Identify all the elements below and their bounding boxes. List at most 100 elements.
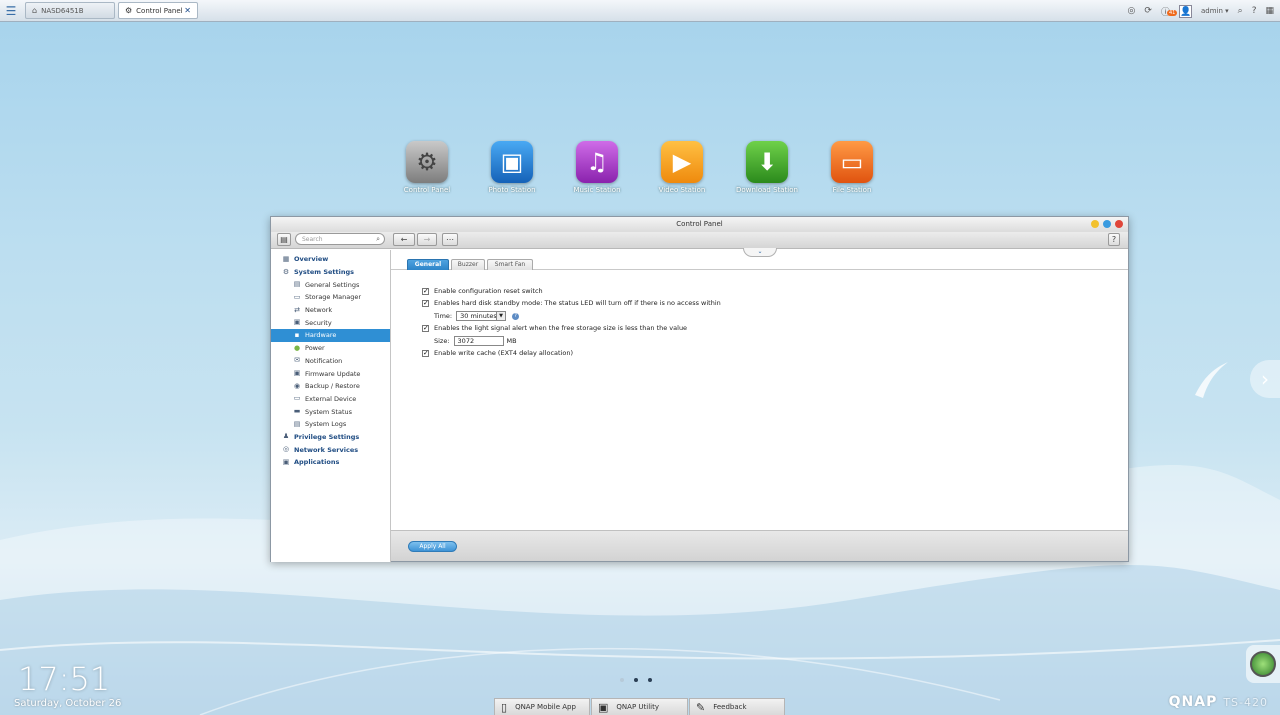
sidebar-item-label: Security — [305, 318, 332, 327]
tab-label: General — [414, 261, 442, 268]
external-device-icon[interactable]: ⟳ — [1144, 6, 1152, 16]
sidebar-item-power[interactable]: ● Power — [271, 342, 390, 355]
sidebar-item-security[interactable]: ▣ Security — [271, 316, 390, 329]
maximize-button[interactable] — [1103, 220, 1111, 228]
sidebar-item-label: Network — [305, 306, 333, 315]
app-video-station[interactable]: ▶ Video Station — [647, 141, 717, 194]
window-titlebar[interactable]: Control Panel — [271, 217, 1128, 232]
tab-smart-fan[interactable]: Smart Fan — [487, 259, 533, 270]
notification-badge: 41 — [1166, 9, 1178, 16]
sidebar-item-label: Notification — [305, 356, 343, 365]
sidebar-item-applications[interactable]: ▣ Applications — [271, 456, 390, 469]
sidebar-item-system-status[interactable]: ▬ System Status — [271, 405, 390, 418]
background-task-icon[interactable]: ◎ — [1128, 6, 1136, 16]
sidebar-item-network[interactable]: ⇄ Network — [271, 304, 390, 317]
apply-all-button[interactable]: Apply All — [408, 541, 457, 552]
help-button[interactable]: ? — [1108, 233, 1120, 246]
lock-icon: ▣ — [293, 318, 301, 327]
light-alert-checkbox[interactable]: ✓ — [422, 324, 429, 332]
avatar[interactable]: 👤 — [1178, 4, 1192, 18]
app-music-station[interactable]: ♫ Music Station — [562, 141, 632, 194]
sidebar-item-label: System Logs — [305, 420, 347, 429]
tab-control-panel[interactable]: ⚙ Control Panel ✕ — [118, 2, 198, 19]
help-icon[interactable]: ? — [1252, 6, 1257, 16]
option-label: Enables the light signal alert when the … — [434, 324, 688, 332]
gear-icon: ⚙ — [125, 6, 133, 15]
user-menu[interactable]: admin ▾ — [1201, 7, 1229, 15]
control-panel-window: Control Panel ▤ Search ⌕ ← → ⋯ ? ▦ Overvi… — [270, 216, 1129, 562]
dock-qnap-utility[interactable]: ▣ QNAP Utility — [591, 698, 688, 715]
dock-qnap-mobile-app[interactable]: ▯ QNAP Mobile App — [494, 698, 590, 715]
forward-button[interactable]: → — [417, 233, 437, 246]
sidebar-item-privilege-settings[interactable]: ♟ Privilege Settings — [271, 431, 390, 444]
close-tab-icon[interactable]: ✕ — [184, 6, 191, 15]
sidebar-item-label: General Settings — [305, 280, 360, 289]
mail-icon: ✉ — [294, 356, 300, 365]
monitor-icon: ▬ — [293, 407, 301, 416]
tab-buzzer[interactable]: Buzzer — [451, 259, 485, 270]
write-cache-checkbox[interactable]: ✓ — [422, 349, 429, 357]
mobile-phone-icon: ▯ — [501, 700, 508, 714]
sidebar-toggle-button[interactable]: ▤ — [277, 233, 291, 246]
dock-label: Feedback — [713, 703, 747, 711]
page-dot[interactable] — [620, 678, 624, 682]
standby-time-select[interactable]: 30 minutes ▼ — [456, 311, 507, 321]
page-dot[interactable] — [634, 678, 638, 682]
disk-icon: ▭ — [293, 292, 301, 301]
desktop-pager — [620, 678, 652, 682]
desktop-date: Saturday, October 26 — [14, 698, 122, 709]
dock-feedback[interactable]: ✎ Feedback — [689, 698, 785, 715]
collapse-toggle[interactable]: ⌄ — [743, 248, 777, 257]
sidebar-item-label: Power — [305, 344, 325, 353]
tab-general[interactable]: General — [407, 259, 449, 270]
sidebar-item-backup-restore[interactable]: ◉ Backup / Restore — [271, 380, 390, 393]
size-row: Size: 3072 MB — [434, 336, 517, 346]
app-control-panel[interactable]: ⚙ Control Panel — [392, 141, 462, 194]
sidebar-item-firmware-update[interactable]: ▣ Firmware Update — [271, 367, 390, 380]
sidebar-item-external-device[interactable]: ▭ External Device — [271, 393, 390, 406]
help-icon[interactable]: ? — [512, 312, 520, 320]
sidebar-item-overview[interactable]: ▦ Overview — [271, 253, 390, 266]
chevron-down-icon: ▼ — [496, 312, 506, 320]
main-menu-button[interactable]: ☰ — [0, 0, 22, 22]
arrow-left-icon: ← — [400, 235, 408, 244]
grid-view-button[interactable]: ⋯ — [442, 233, 458, 246]
reset-switch-checkbox[interactable]: ✓ — [422, 287, 429, 295]
notification-button[interactable]: ⓘ 41 — [1161, 5, 1178, 18]
size-unit: MB — [506, 337, 517, 345]
gauge-icon — [1250, 651, 1276, 677]
download-icon: ⬇ — [746, 141, 788, 183]
app-file-station[interactable]: ▭ File Station — [817, 141, 887, 194]
option-light-alert: ✓ Enables the light signal alert when th… — [422, 324, 687, 332]
close-button[interactable] — [1115, 220, 1123, 228]
sidebar-item-general-settings[interactable]: ▤ General Settings — [271, 278, 390, 291]
sidebar-item-label: External Device — [305, 394, 357, 403]
dashboard-button[interactable] — [1246, 645, 1280, 683]
sidebar-item-hardware[interactable]: ▪ Hardware — [271, 329, 390, 342]
sidebar-item-storage-manager[interactable]: ▭ Storage Manager — [271, 291, 390, 304]
sidebar-item-system-logs[interactable]: ▤ System Logs — [271, 418, 390, 431]
globe-icon: ◎ — [282, 445, 290, 454]
back-button[interactable]: ← — [393, 233, 415, 246]
app-label: File Station — [832, 186, 872, 194]
gear-icon: ⚙ — [406, 141, 448, 183]
standby-checkbox[interactable]: ✓ — [422, 299, 429, 307]
sidebar-item-notification[interactable]: ✉ Notification — [271, 355, 390, 368]
minimize-button[interactable] — [1091, 220, 1099, 228]
search-input[interactable]: Search ⌕ — [295, 233, 385, 245]
play-icon: ▶ — [661, 141, 703, 183]
help-icon: ? — [1111, 235, 1117, 244]
tab-desktop[interactable]: ⌂ NASD6451B — [25, 2, 115, 19]
search-icon[interactable]: ⌕ — [1238, 6, 1243, 16]
app-photo-station[interactable]: ▣ Photo Station — [477, 141, 547, 194]
size-input[interactable]: 3072 — [453, 336, 504, 346]
page-dot[interactable] — [648, 678, 652, 682]
app-download-station[interactable]: ⬇ Download Station — [732, 141, 802, 194]
settings-page-icon: ▤ — [293, 280, 301, 289]
sidebar-item-system-settings[interactable]: ⚙ System Settings — [271, 266, 390, 279]
next-desktop-button[interactable]: › — [1250, 360, 1280, 398]
options-icon[interactable]: ▦ — [1265, 6, 1274, 16]
standby-time-row: Time: 30 minutes ▼ ? — [434, 311, 520, 321]
sidebar-item-network-services[interactable]: ◎ Network Services — [271, 443, 390, 456]
app-label: Download Station — [736, 186, 798, 194]
